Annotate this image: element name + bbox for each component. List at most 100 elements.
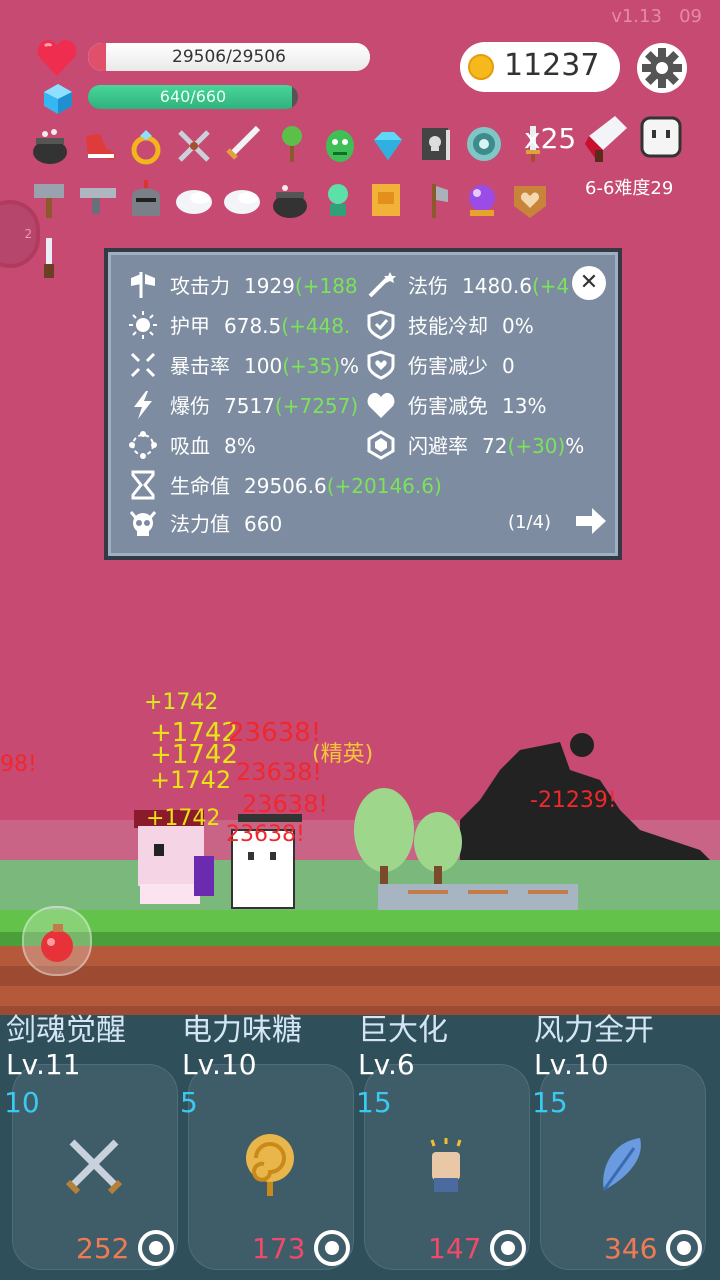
- stat-gem-shield-icon: [367, 430, 395, 460]
- stat-bonus: (+7257): [274, 394, 359, 418]
- stat-bonus: (+20146.6): [326, 474, 442, 498]
- crystal-ball-icon[interactable]: [462, 180, 502, 220]
- next-page-arrow-icon[interactable]: [574, 504, 608, 538]
- stat-row: 生命值 29506.6(+20146.6): [170, 470, 442, 499]
- stat-value: 1480.6: [462, 274, 532, 298]
- stat-label: 技能冷却: [408, 314, 488, 338]
- yellow-book-icon[interactable]: [366, 180, 406, 220]
- skill-count: 252: [76, 1232, 130, 1265]
- skill-cost: 5: [180, 1086, 198, 1119]
- lollipop-icon: [246, 1134, 294, 1196]
- stat-label: 爆伤: [170, 394, 210, 418]
- stat-row: 法力值 660: [170, 508, 282, 537]
- stat-row: 吸血 8%: [170, 430, 256, 459]
- skill-name: 电力味糖: [182, 1013, 302, 1048]
- stat-label: 吸血: [170, 434, 210, 458]
- round-shield-icon[interactable]: [464, 124, 504, 164]
- small-knife-icon[interactable]: [30, 238, 70, 278]
- stat-sun-icon: [129, 311, 157, 339]
- potion-button[interactable]: [22, 906, 92, 976]
- stat-value: 678.5: [224, 314, 282, 338]
- stat-value: 7517: [224, 394, 275, 418]
- stat-label: 法力值: [170, 512, 230, 536]
- knight-helmet-icon[interactable]: [126, 180, 166, 220]
- coin-counter: 11237: [460, 42, 620, 92]
- damage-number-stack-2: 23638!: [236, 758, 322, 786]
- cauldron-icon-2[interactable]: [270, 180, 310, 220]
- wooden-fence: [378, 884, 578, 912]
- close-icon[interactable]: ✕: [580, 270, 598, 295]
- coin-amount: 11237: [504, 48, 600, 83]
- close-button[interactable]: ✕: [572, 266, 606, 300]
- item-stack-count: x25: [524, 122, 577, 155]
- stat-bonus: (+4: [531, 274, 570, 298]
- stat-label: 攻击力: [170, 274, 230, 298]
- stat-row: 技能冷却 0%: [408, 310, 534, 339]
- hp-bar: 29506/29506: [88, 43, 370, 71]
- fist-icon: [430, 1138, 462, 1192]
- hp-heart-icon: [37, 40, 77, 76]
- heal-number-stack-4: +1742: [146, 806, 221, 831]
- white-wing-icon[interactable]: [174, 180, 214, 220]
- crossed-swords-icon: [65, 1139, 123, 1195]
- red-boot-icon[interactable]: [80, 126, 120, 166]
- skill-name: 巨大化: [358, 1013, 448, 1048]
- heal-number-stack-3: +1742: [150, 766, 232, 794]
- crossed-swords-icon[interactable]: [174, 126, 214, 166]
- stat-label: 法伤: [408, 274, 448, 298]
- settings-gear-icon[interactable]: [636, 42, 688, 94]
- axe-icon[interactable]: [414, 180, 454, 220]
- heal-number: +1742: [144, 690, 219, 715]
- butcher-boss-icon: [585, 116, 627, 162]
- damage-number-left: 98!: [0, 752, 37, 777]
- stage-difficulty-label: 6-6难度29: [585, 178, 674, 199]
- skull-book-icon[interactable]: [416, 124, 456, 164]
- gold-ring-icon[interactable]: [126, 126, 166, 166]
- skill-level: Lv.10: [182, 1048, 257, 1081]
- stat-value: 660: [244, 512, 283, 536]
- white-wing-icon-2[interactable]: [222, 180, 262, 220]
- stat-label: 暴击率: [170, 354, 230, 378]
- stat-suffix: %: [565, 434, 585, 458]
- stat-bonus: (+448.: [281, 314, 351, 338]
- stat-row: 爆伤 7517(+7257): [170, 390, 358, 419]
- stats-page-indicator: (1/4): [508, 512, 552, 533]
- stat-row: 伤害减免 13%: [408, 390, 546, 419]
- mana-gem-icon: [44, 84, 72, 114]
- cauldron-icon[interactable]: [30, 126, 70, 166]
- stat-row: 攻击力 1929(+188: [170, 270, 358, 299]
- skill-auto-toggle-icon[interactable]: [664, 1228, 704, 1268]
- skill-count: 173: [252, 1232, 306, 1265]
- sapling-icon[interactable]: [272, 124, 312, 164]
- diamond-icon[interactable]: [368, 126, 408, 166]
- stat-label: 伤害减少: [408, 354, 488, 378]
- hammer-icon[interactable]: [30, 180, 70, 220]
- stat-row: 暴击率 100(+35)%: [170, 350, 359, 379]
- damage-number-stack: 23638!: [228, 718, 322, 748]
- sword-icon[interactable]: [222, 124, 262, 164]
- heart-shield-icon[interactable]: [510, 180, 550, 220]
- genie-lamp-icon[interactable]: [318, 180, 358, 220]
- stat-axe-icon: [131, 272, 155, 298]
- stat-heart-icon: [367, 392, 395, 418]
- stat-label: 闪避率: [408, 434, 468, 458]
- mp-text: 640/660: [159, 87, 227, 106]
- stat-value: 29506.6: [244, 474, 327, 498]
- stat-heart-shield-icon: [367, 350, 395, 380]
- potion-icon[interactable]: [24, 908, 90, 974]
- skill-cost: 10: [4, 1086, 40, 1119]
- stat-value: 0: [502, 354, 515, 378]
- mp-bar: 640/660: [88, 85, 298, 109]
- stat-crosshair-icon: [130, 352, 156, 378]
- skill-level: Lv.11: [6, 1048, 81, 1081]
- stat-label: 护甲: [170, 314, 210, 338]
- stat-value: 13%: [502, 394, 547, 418]
- skill-auto-toggle-icon[interactable]: [136, 1228, 176, 1268]
- skill-auto-toggle-icon[interactable]: [312, 1228, 352, 1268]
- pistol-icon[interactable]: [78, 180, 118, 220]
- stat-value: 0%: [502, 314, 534, 338]
- damage-number-right: -21239!: [530, 788, 617, 813]
- stat-bonus: (+188: [294, 274, 358, 298]
- green-monster-icon[interactable]: [320, 124, 360, 164]
- skill-auto-toggle-icon[interactable]: [488, 1228, 528, 1268]
